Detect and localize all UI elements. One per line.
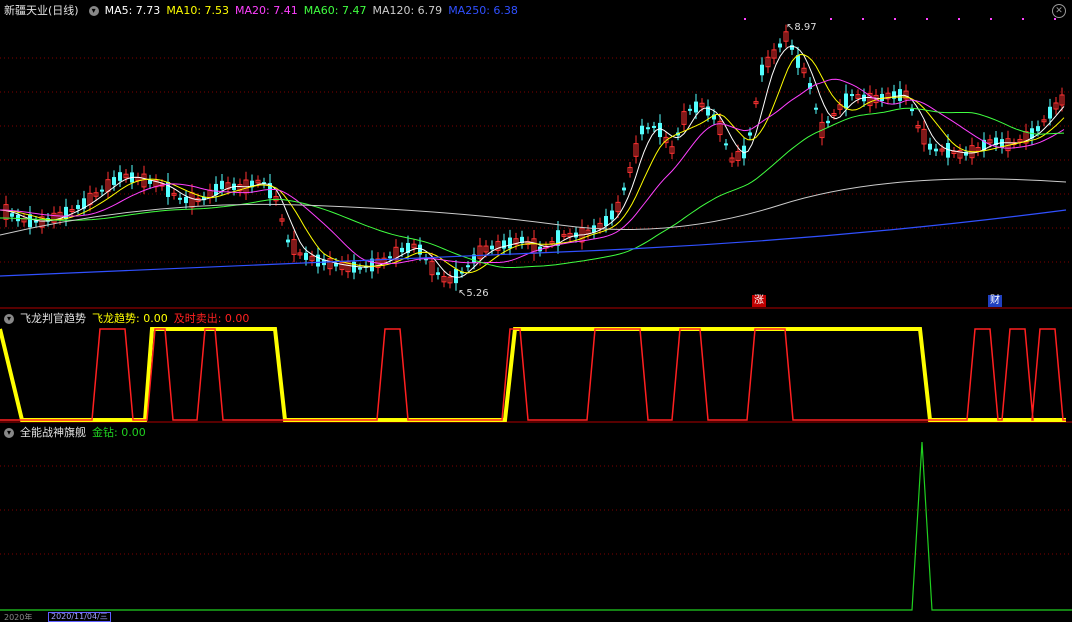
candle-body [118, 172, 122, 181]
candle-body [286, 239, 290, 243]
badge-zhang[interactable]: 涨 [752, 295, 766, 307]
candle-body [844, 93, 848, 109]
candle-body [76, 205, 80, 209]
candle-body [694, 101, 698, 113]
candle-body [28, 214, 32, 228]
candle-body [646, 127, 650, 130]
panel2-dropdown-icon[interactable]: ▾ [4, 314, 14, 324]
candle-body [898, 89, 902, 101]
candle-body [622, 187, 626, 191]
diamond-label: 金钻: 0.00 [92, 426, 146, 439]
signal-dot [1022, 18, 1024, 20]
signal-dot [1054, 18, 1056, 20]
candle-body [778, 43, 782, 48]
candle-body [214, 183, 218, 196]
year-label: 2020年 [4, 613, 33, 620]
candle-body [658, 122, 662, 138]
low-price-label: ↖5.26 [458, 288, 489, 299]
candle-body [760, 64, 764, 76]
ma120-line [0, 178, 1067, 236]
candle-body [724, 143, 728, 146]
candle-body [454, 268, 458, 284]
candle-body [178, 197, 182, 200]
candle-body [652, 125, 656, 128]
candle-body [826, 120, 830, 124]
candle-body [934, 148, 938, 152]
diamond-line [0, 441, 1072, 611]
candle-body [688, 108, 692, 111]
candle-body [796, 55, 800, 68]
candle-body [436, 272, 440, 275]
signal-dot [830, 18, 832, 20]
panel3-header: ▾ 全能战神旗舰 金钻: 0.00 [0, 425, 152, 441]
signal-dot [744, 18, 746, 20]
kline-chart[interactable] [0, 0, 1072, 620]
panel2-header: ▾ 飞龙判官趋势 飞龙趋势: 0.00 及时卖出: 0.00 [0, 311, 255, 327]
candle-body [814, 107, 818, 110]
candle-body [1036, 126, 1040, 132]
signal-dot [990, 18, 992, 20]
candle-body [850, 94, 854, 97]
candle-body [928, 143, 932, 150]
ma20-line [0, 78, 1065, 265]
candle-body [910, 108, 914, 112]
trend-label: 飞龙趋势: 0.00 [92, 312, 168, 325]
signal-dot [958, 18, 960, 20]
candle-body [100, 189, 104, 192]
crosshair-date: 2020/11/04/三 [48, 612, 111, 622]
panel3-title: 全能战神旗舰 [20, 426, 86, 439]
candle-body [880, 93, 884, 102]
candle-body [1048, 106, 1052, 119]
candle-body [640, 125, 644, 135]
candle-body [10, 213, 14, 217]
time-axis: 2020年 [0, 612, 1072, 620]
candle-body [304, 252, 308, 260]
candle-body [220, 180, 224, 190]
candle-body [352, 261, 356, 273]
sell-line [0, 328, 1066, 421]
candle-body [610, 210, 614, 220]
high-price-label: ↖8.97 [786, 22, 817, 33]
trend-line [0, 327, 1066, 422]
candle-body [388, 256, 392, 259]
candle-body [604, 216, 608, 226]
signal-dot [894, 18, 896, 20]
candle-body [184, 196, 188, 204]
candle-body [490, 245, 494, 250]
candle-body [358, 267, 362, 270]
panel2-title: 飞龙判官趋势 [20, 312, 86, 325]
candle-body [466, 265, 470, 268]
ma5-line [0, 45, 1065, 278]
candle-body [748, 132, 752, 136]
panel3-dropdown-icon[interactable]: ▾ [4, 428, 14, 438]
sell-label: 及时卖出: 0.00 [173, 312, 250, 325]
signal-dot [862, 18, 864, 20]
candle-body [508, 237, 512, 249]
candle-body [112, 177, 116, 185]
candle-body [400, 247, 404, 253]
badge-cai[interactable]: 财 [988, 295, 1002, 307]
signal-dot [926, 18, 928, 20]
